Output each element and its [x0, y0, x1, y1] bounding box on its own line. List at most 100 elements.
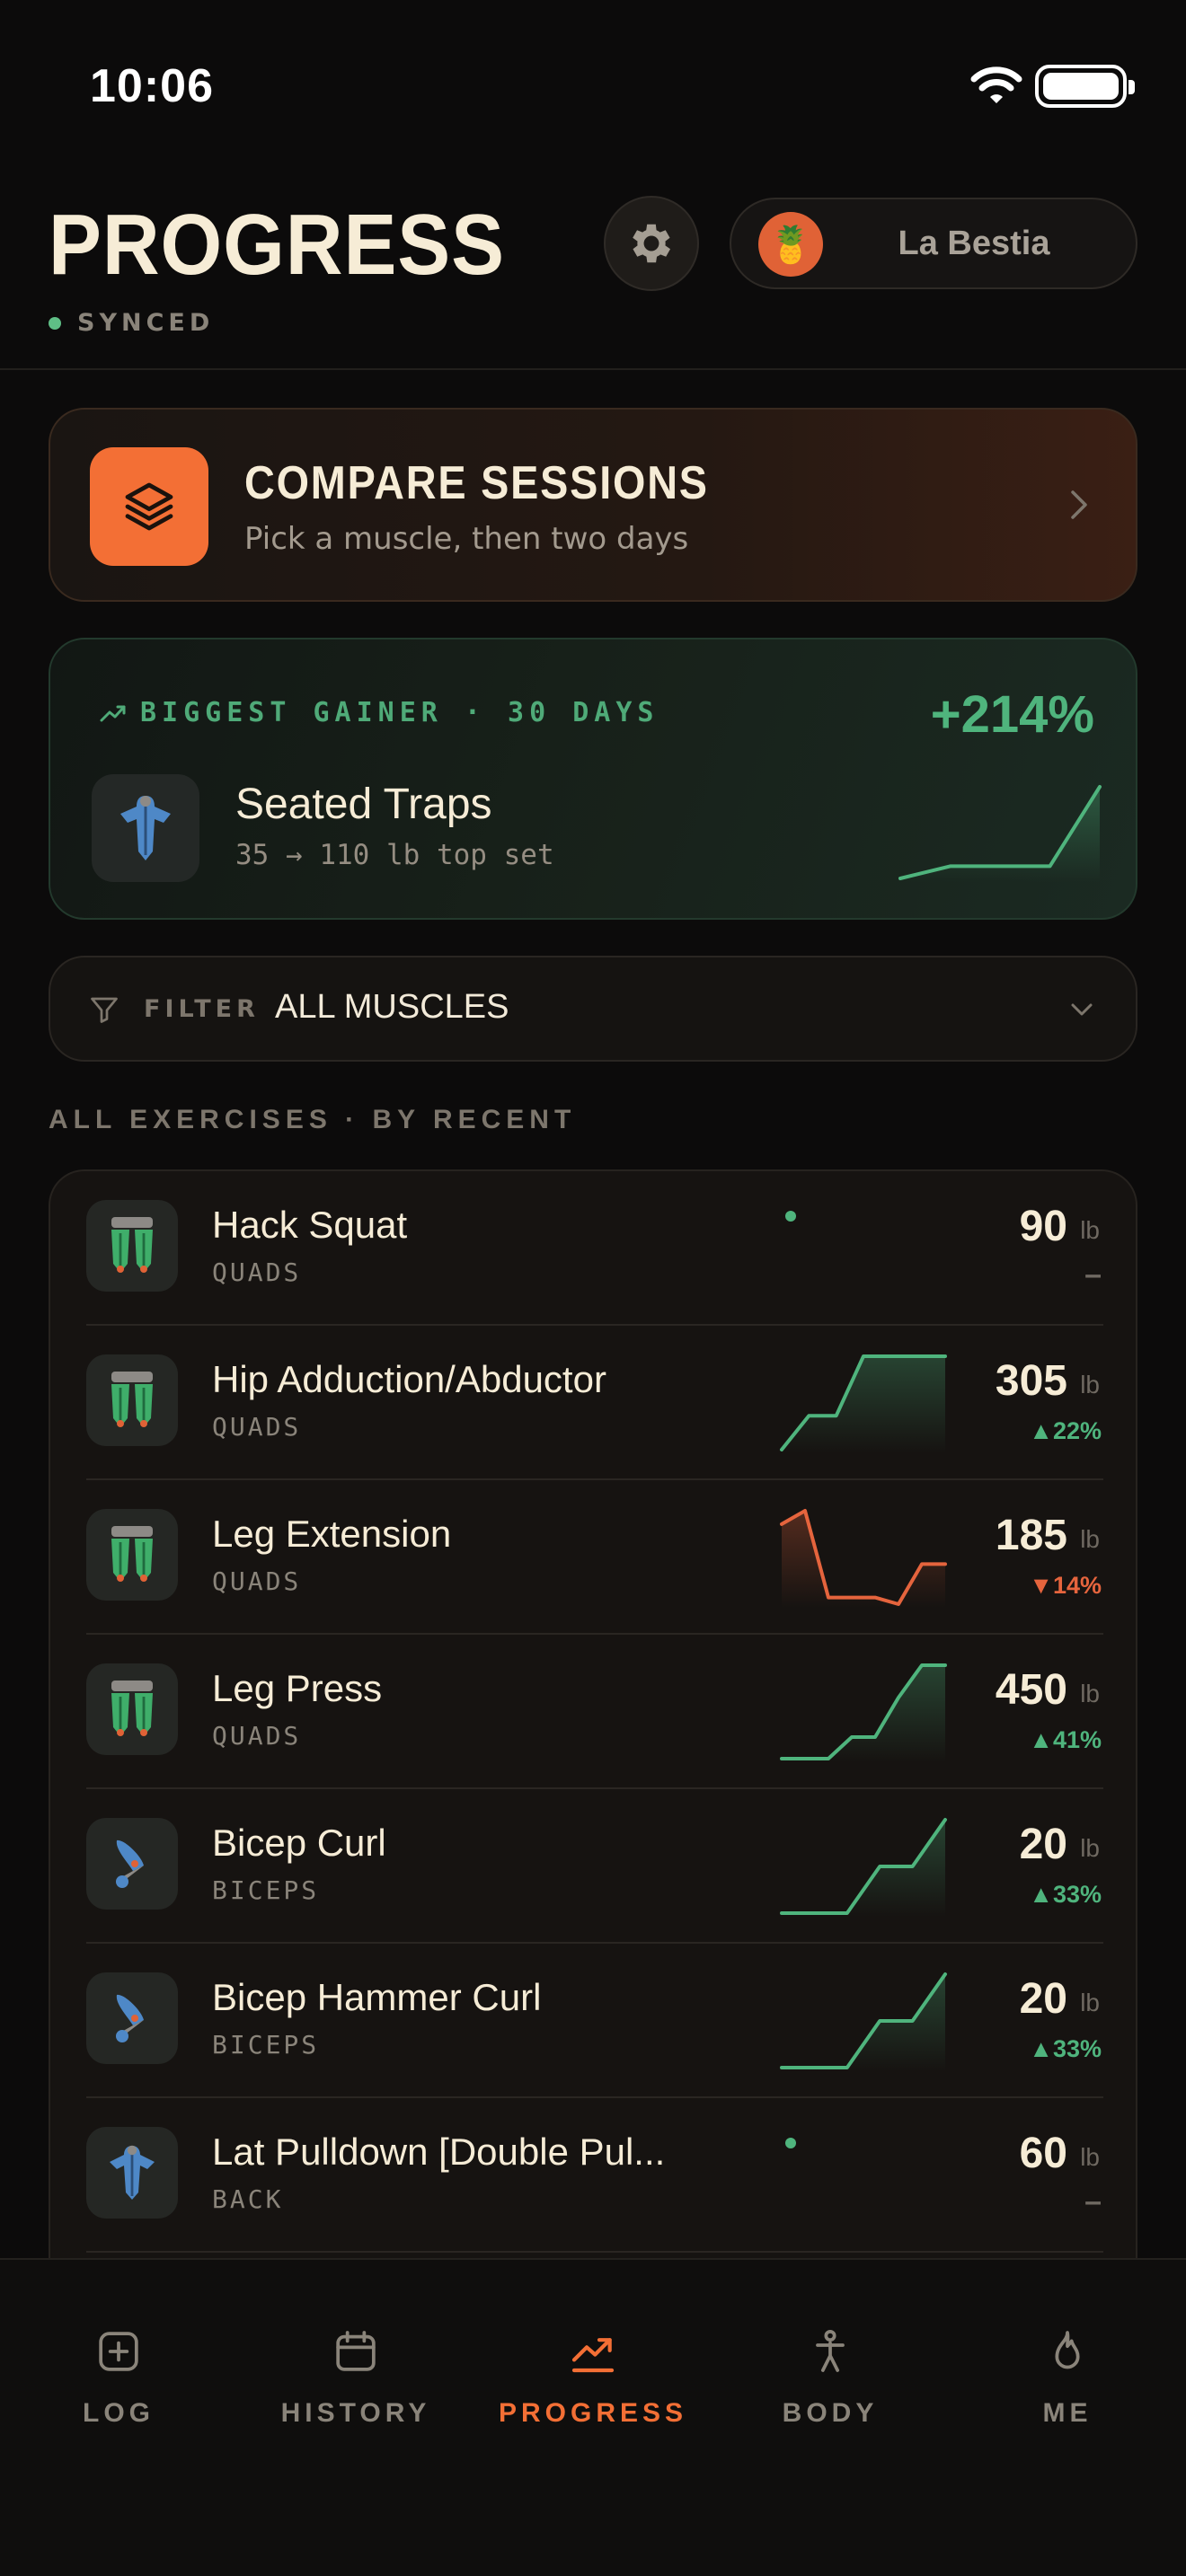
exercise-top-weight: 305 — [995, 1357, 1067, 1405]
quads-icon — [86, 1663, 178, 1755]
weight-unit: lb — [1080, 1834, 1100, 1862]
filter-label: FILTER — [144, 995, 260, 1023]
exercise-change: ▲22% — [1029, 1417, 1102, 1444]
exercise-change: – — [1084, 1257, 1102, 1292]
exercise-muscle: BICEPS — [212, 2030, 320, 2060]
exercise-change: ▲41% — [1029, 1726, 1102, 1753]
exercise-name: Leg Extension — [212, 1513, 452, 1555]
sparkline-area — [782, 1511, 945, 1608]
weight-unit: lb — [1080, 2143, 1100, 2171]
avatar-emoji: 🍍 — [768, 224, 813, 266]
exercise-top-weight: 185 — [995, 1512, 1067, 1559]
quads-icon — [86, 1354, 178, 1446]
gainer-sparkline — [898, 785, 1102, 882]
exercise-sparkline — [780, 1818, 947, 1917]
exercise-sparkline — [785, 2138, 796, 2148]
weight-unit: lb — [1080, 1216, 1100, 1244]
profile-name: La Bestia — [898, 225, 1050, 262]
gainer-label: BIGGEST GAINER · 30 DAYS — [99, 697, 659, 728]
exercise-muscle: QUADS — [212, 1257, 302, 1287]
filter-value: ALL MUSCLES — [275, 988, 509, 1026]
plus-square-icon — [99, 2332, 138, 2371]
row-divider — [86, 2251, 1103, 2253]
flame-icon — [1055, 2331, 1080, 2369]
biggest-gainer-card[interactable]: BIGGEST GAINER · 30 DAYS +214% Seated Tr… — [49, 638, 1137, 920]
sparkline-area — [782, 1665, 945, 1762]
exercise-row[interactable]: Bicep Hammer Curl BICEPS 20 lb ▲33% — [50, 1944, 1136, 2098]
exercise-muscle: QUADS — [212, 1566, 302, 1596]
gainer-detail: 35 → 110 lb top set — [235, 839, 554, 871]
exercise-name: Lat Pulldown [Double Pul... — [212, 2130, 666, 2173]
exercise-name: Hip Adduction/Abductor — [212, 1358, 606, 1400]
tab-progress[interactable]: PROGRESS — [474, 2326, 712, 2429]
gainer-label-text: BIGGEST GAINER · 30 DAYS — [140, 697, 659, 728]
exercise-top-weight: 90 — [1019, 1203, 1067, 1250]
avatar: 🍍 — [758, 212, 823, 277]
exercise-list: Hack Squat QUADS 90 lb – Hip Adduction/Abduct… — [49, 1169, 1137, 2292]
sync-status: SYNCED — [49, 309, 214, 337]
exercise-change: ▲33% — [1029, 2035, 1102, 2062]
exercise-row[interactable]: Hack Squat QUADS 90 lb – — [50, 1171, 1136, 1326]
exercise-change: ▼14% — [1029, 1572, 1102, 1599]
compare-subtitle: Pick a muscle, then two days — [244, 521, 689, 557]
single-point-dot — [785, 1211, 796, 1222]
exercise-row[interactable]: Leg Press QUADS 450 lb ▲41% — [50, 1635, 1136, 1789]
quads-icon — [86, 1509, 178, 1601]
header-divider — [0, 368, 1186, 370]
back-icon — [86, 2127, 178, 2219]
gear-icon — [633, 224, 671, 263]
exercise-top-weight: 450 — [995, 1666, 1067, 1714]
biceps-icon — [86, 1972, 178, 2064]
settings-button[interactable] — [604, 196, 699, 291]
exercise-change: ▲33% — [1029, 1881, 1102, 1908]
exercise-sparkline — [785, 1211, 796, 1222]
exercise-row[interactable]: Bicep Curl BICEPS 20 lb ▲33% — [50, 1789, 1136, 1944]
tab-label: HISTORY — [280, 2398, 431, 2428]
tab-body[interactable]: BODY — [712, 2326, 949, 2429]
trend-up-icon — [571, 2338, 615, 2373]
status-time: 10:06 — [90, 60, 214, 112]
back-muscle-icon — [92, 774, 199, 882]
body-icon — [816, 2329, 845, 2372]
battery-icon — [1035, 65, 1135, 108]
exercise-row[interactable]: Hip Adduction/Abductor QUADS 305 lb ▲22% — [50, 1326, 1136, 1480]
sync-dot-icon — [49, 316, 61, 330]
exercise-muscle: BICEPS — [212, 1875, 320, 1905]
exercise-sparkline — [780, 1354, 947, 1453]
exercise-row[interactable]: Lat Pulldown [Double Pul... BACK 60 lb – — [50, 2098, 1136, 2253]
exercise-muscle: QUADS — [212, 1412, 302, 1442]
profile-switcher[interactable]: 🍍 La Bestia — [730, 198, 1137, 289]
weight-unit: lb — [1080, 1525, 1100, 1553]
page-title: PROGRESS — [49, 197, 505, 293]
calendar-icon — [336, 2331, 376, 2371]
sparkline-area — [782, 1356, 945, 1453]
layers-icon — [90, 447, 208, 566]
exercise-sparkline — [780, 1972, 947, 2071]
quads-icon — [86, 1200, 178, 1292]
exercise-change: – — [1084, 2184, 1102, 2219]
exercise-sparkline — [780, 1509, 947, 1608]
tab-bar: LOG HISTORY PROGRESS BODY ME — [0, 2258, 1186, 2576]
tab-history[interactable]: HISTORY — [237, 2326, 474, 2429]
tab-label: ME — [1042, 2398, 1093, 2428]
sparkline-area — [782, 1820, 945, 1917]
tab-me[interactable]: ME — [949, 2326, 1186, 2429]
single-point-dot — [785, 2138, 796, 2148]
exercise-name: Bicep Hammer Curl — [212, 1976, 542, 2018]
exercise-top-weight: 20 — [1019, 1821, 1067, 1868]
weight-unit: lb — [1080, 1989, 1100, 2016]
section-heading: ALL EXERCISES · BY RECENT — [49, 1105, 577, 1134]
gainer-exercise-name: Seated Traps — [235, 781, 492, 828]
gainer-percent: +214% — [930, 685, 1094, 744]
compare-sessions-card[interactable]: COMPARE SESSIONS Pick a muscle, then two… — [49, 408, 1137, 602]
exercise-row[interactable]: Leg Extension QUADS 185 lb ▼14% — [50, 1480, 1136, 1635]
sync-label: SYNCED — [77, 309, 215, 337]
tab-label: BODY — [782, 2398, 879, 2428]
tab-log[interactable]: LOG — [0, 2326, 237, 2429]
exercise-muscle: BACK — [212, 2184, 284, 2214]
sparkline-area — [782, 1974, 945, 2071]
compare-title: COMPARE SESSIONS — [244, 457, 709, 509]
exercise-name: Bicep Curl — [212, 1822, 386, 1864]
muscle-filter-dropdown[interactable]: FILTER ALL MUSCLES — [49, 956, 1137, 1062]
wifi-icon — [970, 66, 1022, 103]
